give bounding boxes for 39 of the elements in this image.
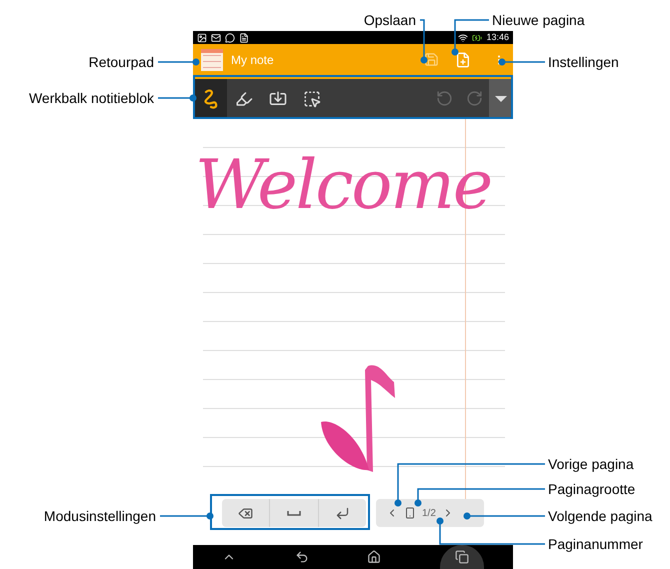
back-button[interactable] bbox=[294, 550, 309, 564]
callout-label: Werkbalk notitieblok bbox=[28, 89, 154, 107]
clock: 13:46 bbox=[486, 33, 509, 42]
callout-label: Paginanummer bbox=[548, 535, 643, 553]
picture-icon bbox=[197, 32, 207, 42]
chat-icon bbox=[225, 32, 235, 42]
home-icon bbox=[367, 550, 382, 564]
handwritten-text: Welcome bbox=[195, 152, 492, 220]
wifi-icon bbox=[458, 32, 468, 42]
callout-label: Opslaan bbox=[364, 11, 416, 29]
mail-icon bbox=[211, 32, 221, 42]
page-size-button[interactable] bbox=[404, 507, 416, 519]
new-page-icon bbox=[455, 52, 471, 68]
document-icon bbox=[239, 32, 249, 42]
callout-label: Paginagrootte bbox=[548, 480, 636, 498]
recent-apps-icon bbox=[454, 550, 469, 564]
save-icon bbox=[424, 52, 438, 67]
note-title: My note bbox=[231, 52, 274, 68]
recent-apps-button[interactable] bbox=[440, 545, 484, 569]
page-number: 1/2 bbox=[422, 506, 436, 520]
callout-label: Volgende pagina bbox=[548, 507, 652, 525]
callout-label: Nieuwe pagina bbox=[492, 11, 585, 29]
undo-icon bbox=[436, 90, 452, 107]
home-button[interactable] bbox=[367, 550, 382, 564]
import-icon bbox=[269, 90, 287, 108]
phone-icon bbox=[404, 507, 416, 519]
callout-label: Modusinstellingen bbox=[44, 507, 156, 525]
tool-button[interactable] bbox=[193, 79, 227, 118]
callout-label: Retourpad bbox=[88, 53, 154, 71]
highlighter-icon bbox=[235, 90, 253, 108]
space-icon bbox=[286, 510, 301, 516]
redo-icon bbox=[466, 90, 482, 107]
backspace-icon bbox=[238, 506, 254, 520]
callout-label: Instellingen bbox=[548, 53, 619, 71]
enter-icon bbox=[334, 506, 350, 520]
back-icon bbox=[294, 550, 309, 564]
callout-label: Vorige pagina bbox=[548, 455, 634, 473]
battery-icon bbox=[472, 32, 482, 42]
pointer-icon bbox=[303, 90, 321, 108]
